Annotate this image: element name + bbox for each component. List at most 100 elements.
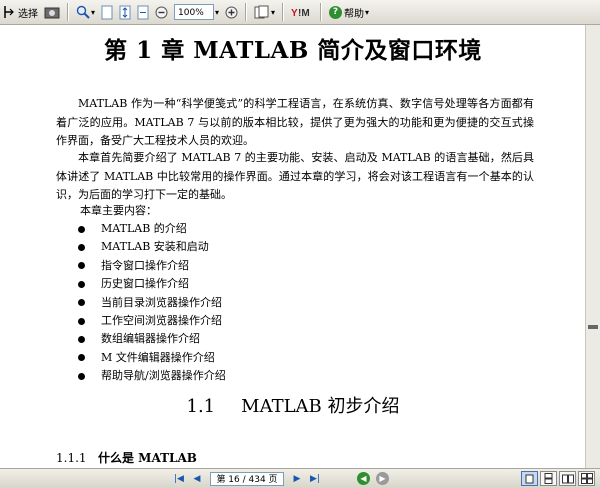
bullet-icon [78, 280, 85, 288]
continuous-layout-button[interactable] [540, 471, 557, 486]
previous-page-button[interactable]: ◀ [190, 472, 204, 486]
bullet-icon [78, 225, 85, 233]
arrow-right-icon: ▶ [379, 474, 386, 483]
back-view-button[interactable]: ◀ [357, 472, 370, 485]
list-item-text: 历史窗口操作介绍 [101, 277, 189, 291]
last-page-button[interactable]: ▶| [308, 472, 322, 486]
chevron-down-icon: ▾ [365, 7, 370, 17]
select-tool-label: 选择 [18, 8, 38, 20]
pages-icon [254, 5, 269, 18]
list-item-text: 工作空间浏览器操作介绍 [101, 313, 222, 327]
text-cursor-icon [3, 5, 15, 19]
minus-circle-icon [155, 6, 168, 18]
continuous-page-icon [544, 473, 553, 484]
facing-pages-icon [561, 474, 574, 483]
continuous-facing-layout-button[interactable] [578, 471, 595, 486]
help-button[interactable]: ? 帮助 ▾ [327, 2, 371, 22]
bullet-icon [78, 299, 85, 307]
bullet-icon [78, 336, 85, 344]
forward-view-button[interactable]: ▶ [376, 472, 389, 485]
zoom-out-button[interactable] [153, 2, 170, 22]
chevron-down-icon: ▾ [91, 7, 96, 17]
list-item: M 文件编辑器操作介绍 [78, 349, 226, 367]
snapshot-button[interactable] [42, 2, 62, 22]
camera-icon [44, 7, 60, 19]
magnifier-icon [76, 5, 90, 19]
svg-text:Y: Y [291, 8, 298, 18]
bullet-icon [78, 317, 85, 325]
section-title: MATLAB 初步介绍 [241, 396, 400, 417]
toolbar-separator [245, 3, 248, 21]
list-item: 工作空间浏览器操作介绍 [78, 312, 226, 330]
toolbar-separator [282, 3, 285, 21]
intro-paragraph: MATLAB 作为一种“科学便笺式”的科学工程语言，在系统仿真、数字信号处理等各… [56, 97, 534, 147]
last-page-icon: ▶| [310, 473, 320, 484]
triangle-right-icon: ▶ [293, 473, 301, 484]
zoom-value[interactable]: 100% [174, 4, 215, 20]
svg-text:!M: !M [298, 8, 310, 18]
single-page-layout-button[interactable] [521, 471, 538, 486]
list-item: MATLAB 安装和启动 [78, 238, 226, 256]
zoom-select[interactable]: 100% ▾ [172, 2, 221, 22]
first-page-button[interactable]: |◀ [172, 472, 186, 486]
list-item-text: MATLAB 安装和启动 [101, 240, 209, 254]
contents-list: MATLAB 的介绍 MATLAB 安装和启动 指令窗口操作介绍 历史窗口操作介… [78, 220, 226, 386]
toolbar-separator [320, 3, 323, 21]
main-toolbar: 选择 ▾ 100% ▾ ▾ Y !M ? 帮助 ▾ [0, 0, 600, 25]
list-item-text: 指令窗口操作介绍 [101, 258, 189, 272]
actual-size-button[interactable] [99, 2, 115, 22]
document-page: 第 1 章 MATLAB 简介及窗口环境 MATLAB 作为一种“科学便笺式”的… [0, 25, 586, 468]
overview-paragraph: 本章首先简要介绍了 MATLAB 7 的主要功能、安装、启动及 MATLAB 的… [56, 151, 534, 201]
section-heading: 1.1 MATLAB 初步介绍 [0, 392, 586, 418]
help-icon: ? [329, 5, 343, 19]
arrow-left-icon: ◀ [360, 474, 367, 483]
fit-height-button[interactable] [117, 2, 133, 22]
single-page-icon [525, 474, 534, 483]
bullet-icon [78, 372, 85, 380]
list-item: 帮助导航/浏览器操作介绍 [78, 367, 226, 385]
chevron-down-icon: ▾ [271, 7, 276, 17]
list-item: 数组编辑器操作介绍 [78, 330, 226, 348]
list-item-text: MATLAB 的介绍 [101, 222, 187, 235]
fit-width-icon [137, 5, 149, 19]
plus-circle-icon [225, 6, 238, 18]
first-page-icon: |◀ [174, 473, 184, 484]
document-viewport[interactable]: 第 1 章 MATLAB 简介及窗口环境 MATLAB 作为一种“科学便笺式”的… [0, 25, 600, 468]
page-icon [101, 5, 113, 19]
fit-width-button[interactable] [135, 2, 151, 22]
list-item: 当前目录浏览器操作介绍 [78, 294, 226, 312]
subsection-title: 什么是 MATLAB [98, 451, 197, 465]
scrollbar-thumb[interactable] [588, 325, 598, 329]
facing-layout-button[interactable] [559, 471, 576, 486]
triangle-left-icon: ◀ [193, 473, 201, 484]
list-item: 历史窗口操作介绍 [78, 275, 226, 293]
page-number-field[interactable]: 第 16 / 434 页 [210, 471, 284, 486]
zoom-in-tool-button[interactable]: ▾ [74, 2, 97, 22]
zoom-in-button[interactable] [223, 2, 240, 22]
chapter-title: 第 1 章 MATLAB 简介及窗口环境 [104, 37, 482, 64]
continuous-facing-icon [580, 473, 593, 484]
status-bar: |◀ ◀ 第 16 / 434 页 ▶ ▶| ◀ ▶ [0, 468, 600, 488]
next-page-button[interactable]: ▶ [290, 472, 304, 486]
select-tool-button[interactable]: 选择 [1, 2, 40, 22]
yim-logo-icon: Y !M [291, 8, 310, 18]
list-item-text: 帮助导航/浏览器操作介绍 [101, 369, 226, 383]
help-label: 帮助 [344, 8, 365, 20]
toolbar-separator [67, 3, 69, 21]
page-layout-button[interactable]: ▾ [252, 2, 277, 22]
yim-button[interactable]: Y !M [289, 2, 315, 22]
fit-page-icon [119, 5, 131, 19]
subsection-heading: 1.1.1 什么是 MATLAB [56, 449, 197, 466]
list-item: MATLAB 的介绍 [78, 220, 226, 238]
list-item-text: M 文件编辑器操作介绍 [101, 350, 215, 364]
subsection-number: 1.1.1 [56, 451, 87, 465]
bullet-icon [78, 244, 85, 252]
contents-label: 本章主要内容： [80, 204, 157, 217]
vertical-scrollbar[interactable] [585, 25, 600, 468]
list-item-text: 数组编辑器操作介绍 [101, 332, 200, 346]
bullet-icon [78, 262, 85, 270]
list-item-text: 当前目录浏览器操作介绍 [101, 295, 222, 309]
bullet-icon [78, 354, 85, 362]
section-number: 1.1 [186, 396, 216, 417]
list-item: 指令窗口操作介绍 [78, 257, 226, 275]
